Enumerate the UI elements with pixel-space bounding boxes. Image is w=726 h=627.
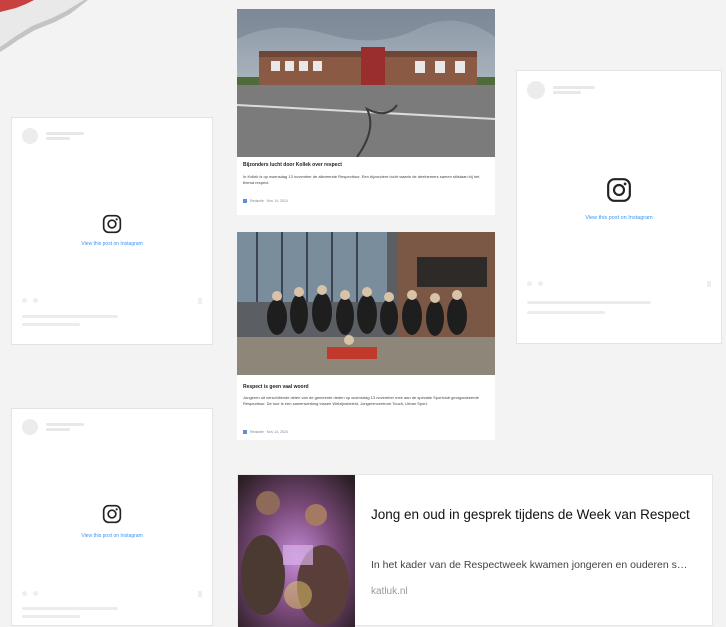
link-preview-card[interactable]: Jong en oud in gesprek tijdens de Week v…: [237, 474, 713, 627]
instagram-icon[interactable]: [102, 504, 122, 524]
torn-paper-decoration: [0, 0, 88, 52]
news-photo: [237, 9, 495, 157]
news-card[interactable]: Bijzonders lucht door Kollek over respec…: [237, 9, 495, 215]
source-icon: [243, 199, 247, 203]
bookmark-icon: [707, 281, 711, 287]
bookmark-icon: [198, 591, 202, 597]
embed-header: [22, 419, 84, 435]
news-description: Jongeren uit verschillende delen van de …: [243, 395, 479, 406]
post-actions: [527, 281, 543, 286]
post-actions: [22, 591, 38, 596]
post-actions: [22, 298, 38, 303]
instagram-embed[interactable]: View this post on Instagram: [516, 70, 722, 344]
link-thumbnail: [238, 475, 355, 627]
news-meta: Redactie · Nov 14, 2024: [243, 199, 288, 203]
news-description: In Kollek is op woensdag 13 november de …: [243, 174, 480, 185]
view-on-instagram-link[interactable]: View this post on Instagram: [12, 241, 212, 247]
news-title[interactable]: Respect is geen vaal woord: [243, 384, 489, 390]
view-on-instagram-link[interactable]: View this post on Instagram: [12, 533, 212, 539]
news-title[interactable]: Bijzonders lucht door Kollek over respec…: [243, 162, 489, 168]
link-title[interactable]: Jong en oud in gesprek tijdens de Week v…: [371, 505, 691, 524]
news-photo: [237, 232, 495, 375]
news-meta: Redactie · Nov 14, 2024: [243, 430, 288, 434]
embed-header: [527, 81, 595, 99]
avatar: [22, 128, 38, 144]
instagram-icon[interactable]: [102, 214, 122, 234]
instagram-icon[interactable]: [606, 177, 632, 203]
news-card[interactable]: Respect is geen vaal woord Jongeren uit …: [237, 232, 495, 440]
view-on-instagram-link[interactable]: View this post on Instagram: [517, 215, 721, 221]
avatar: [22, 419, 38, 435]
link-domain: katluk.nl: [371, 586, 408, 597]
bookmark-icon: [198, 298, 202, 304]
link-description: In het kader van de Respectweek kwamen j…: [371, 559, 691, 571]
instagram-embed[interactable]: View this post on Instagram: [11, 408, 213, 626]
source-icon: [243, 430, 247, 434]
instagram-embed[interactable]: View this post on Instagram: [11, 117, 213, 345]
embed-header: [22, 128, 84, 144]
avatar: [527, 81, 545, 99]
